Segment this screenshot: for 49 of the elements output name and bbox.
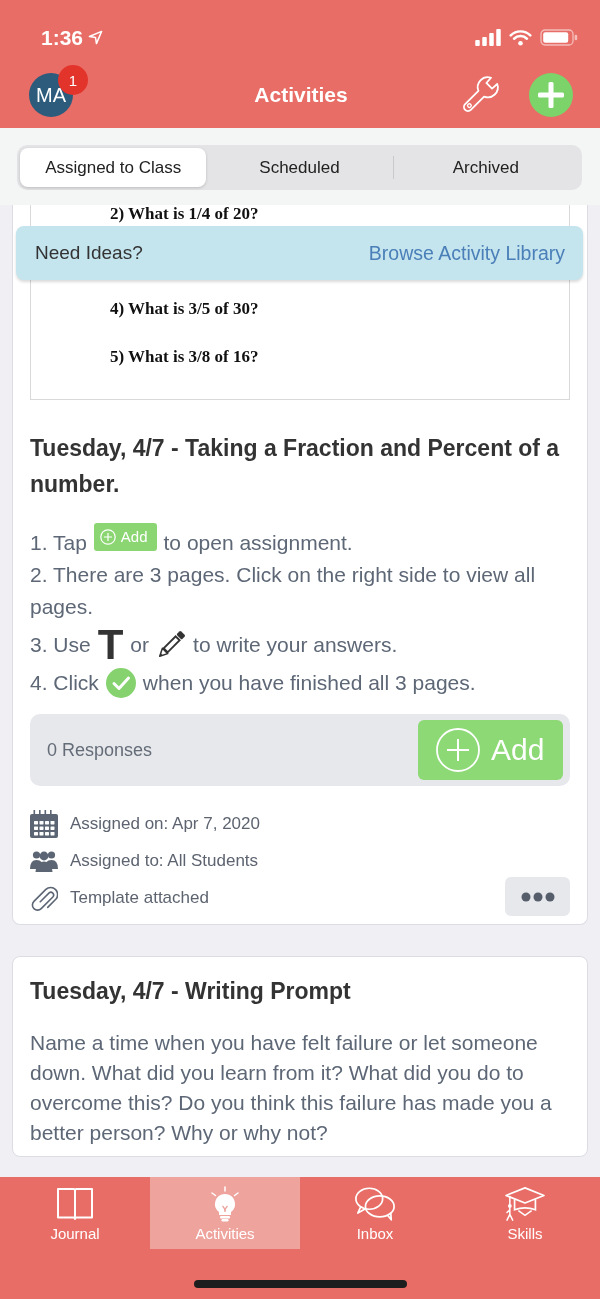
check-circle-icon <box>105 668 136 698</box>
instruction-text: to open assignment. <box>163 530 353 556</box>
segment-tab[interactable]: Assigned to Class <box>20 148 207 187</box>
responses-count: 0 Responses <box>47 739 153 761</box>
calendar-icon <box>30 809 58 838</box>
chat-bubbles-icon <box>354 1186 396 1222</box>
text-tool-icon: T <box>97 623 124 667</box>
book-icon <box>55 1186 95 1222</box>
people-icon <box>30 849 58 872</box>
instruction-text: to write your answers. <box>193 632 398 658</box>
worksheet-question: 5) What is 3/8 of 16? <box>110 348 260 366</box>
battery-icon <box>540 29 578 46</box>
instruction-text: when you have finished all 3 pages. <box>142 670 476 696</box>
tab-bar-item[interactable]: Inbox <box>300 1177 450 1249</box>
segment-tab[interactable]: Scheduled <box>206 148 393 187</box>
browse-library-link[interactable]: Browse Activity Library <box>368 241 565 265</box>
plus-circle-icon <box>99 529 116 545</box>
location-arrow-icon <box>88 30 104 45</box>
segment-tab[interactable]: Archived <box>392 148 579 187</box>
instruction-text: or <box>130 632 150 658</box>
instruction-text: 4. Click <box>30 670 99 696</box>
prompt-text: Name a time when you have felt failure or let someone down. What did you learn from it? What did you do to overcome this? Do you think this failure has made you a better person? Why or why not? <box>30 1030 553 1146</box>
activity-title: Tuesday, 4/7 - Taking a Fraction and Percent of a number. <box>30 434 561 499</box>
tab-bar-item[interactable]: Activities <box>150 1177 300 1249</box>
signal-icon <box>475 29 501 46</box>
ellipsis-icon <box>520 891 555 902</box>
wifi-icon <box>509 29 532 46</box>
banner-prompt: Need Ideas? <box>35 242 143 264</box>
detail-text: Template attached <box>70 887 209 908</box>
graduation-cap-icon <box>504 1186 546 1222</box>
detail-text: Assigned on: Apr 7, 2020 <box>70 813 260 834</box>
worksheet-question: 2) What is 1/4 of 20? <box>110 205 260 223</box>
tab-bar-item[interactable]: Skills <box>450 1177 600 1249</box>
instruction-text: 2. There are 3 pages. Click on the right side to view all pages. <box>30 562 537 620</box>
screen-title: Activities <box>254 82 348 108</box>
instruction-text: 1. Tap <box>30 530 87 556</box>
add-button[interactable]: Add <box>418 720 563 780</box>
activity-title: Tuesday, 4/7 - Writing Prompt <box>30 977 352 1006</box>
detail-text: Assigned to: All Students <box>70 850 259 871</box>
instruction-text: 3. Use <box>30 632 91 658</box>
worksheet-question: 4) What is 3/5 of 30? <box>110 300 260 318</box>
add-label: Add <box>120 527 148 547</box>
plus-icon <box>538 82 564 108</box>
more-button[interactable] <box>505 877 570 916</box>
new-activity-button[interactable] <box>529 73 573 117</box>
tab-bar-item[interactable]: Journal <box>0 1177 150 1249</box>
pencil-icon <box>156 630 187 660</box>
status-time: 1:36 <box>41 25 84 50</box>
plus-circle-icon <box>436 728 480 772</box>
